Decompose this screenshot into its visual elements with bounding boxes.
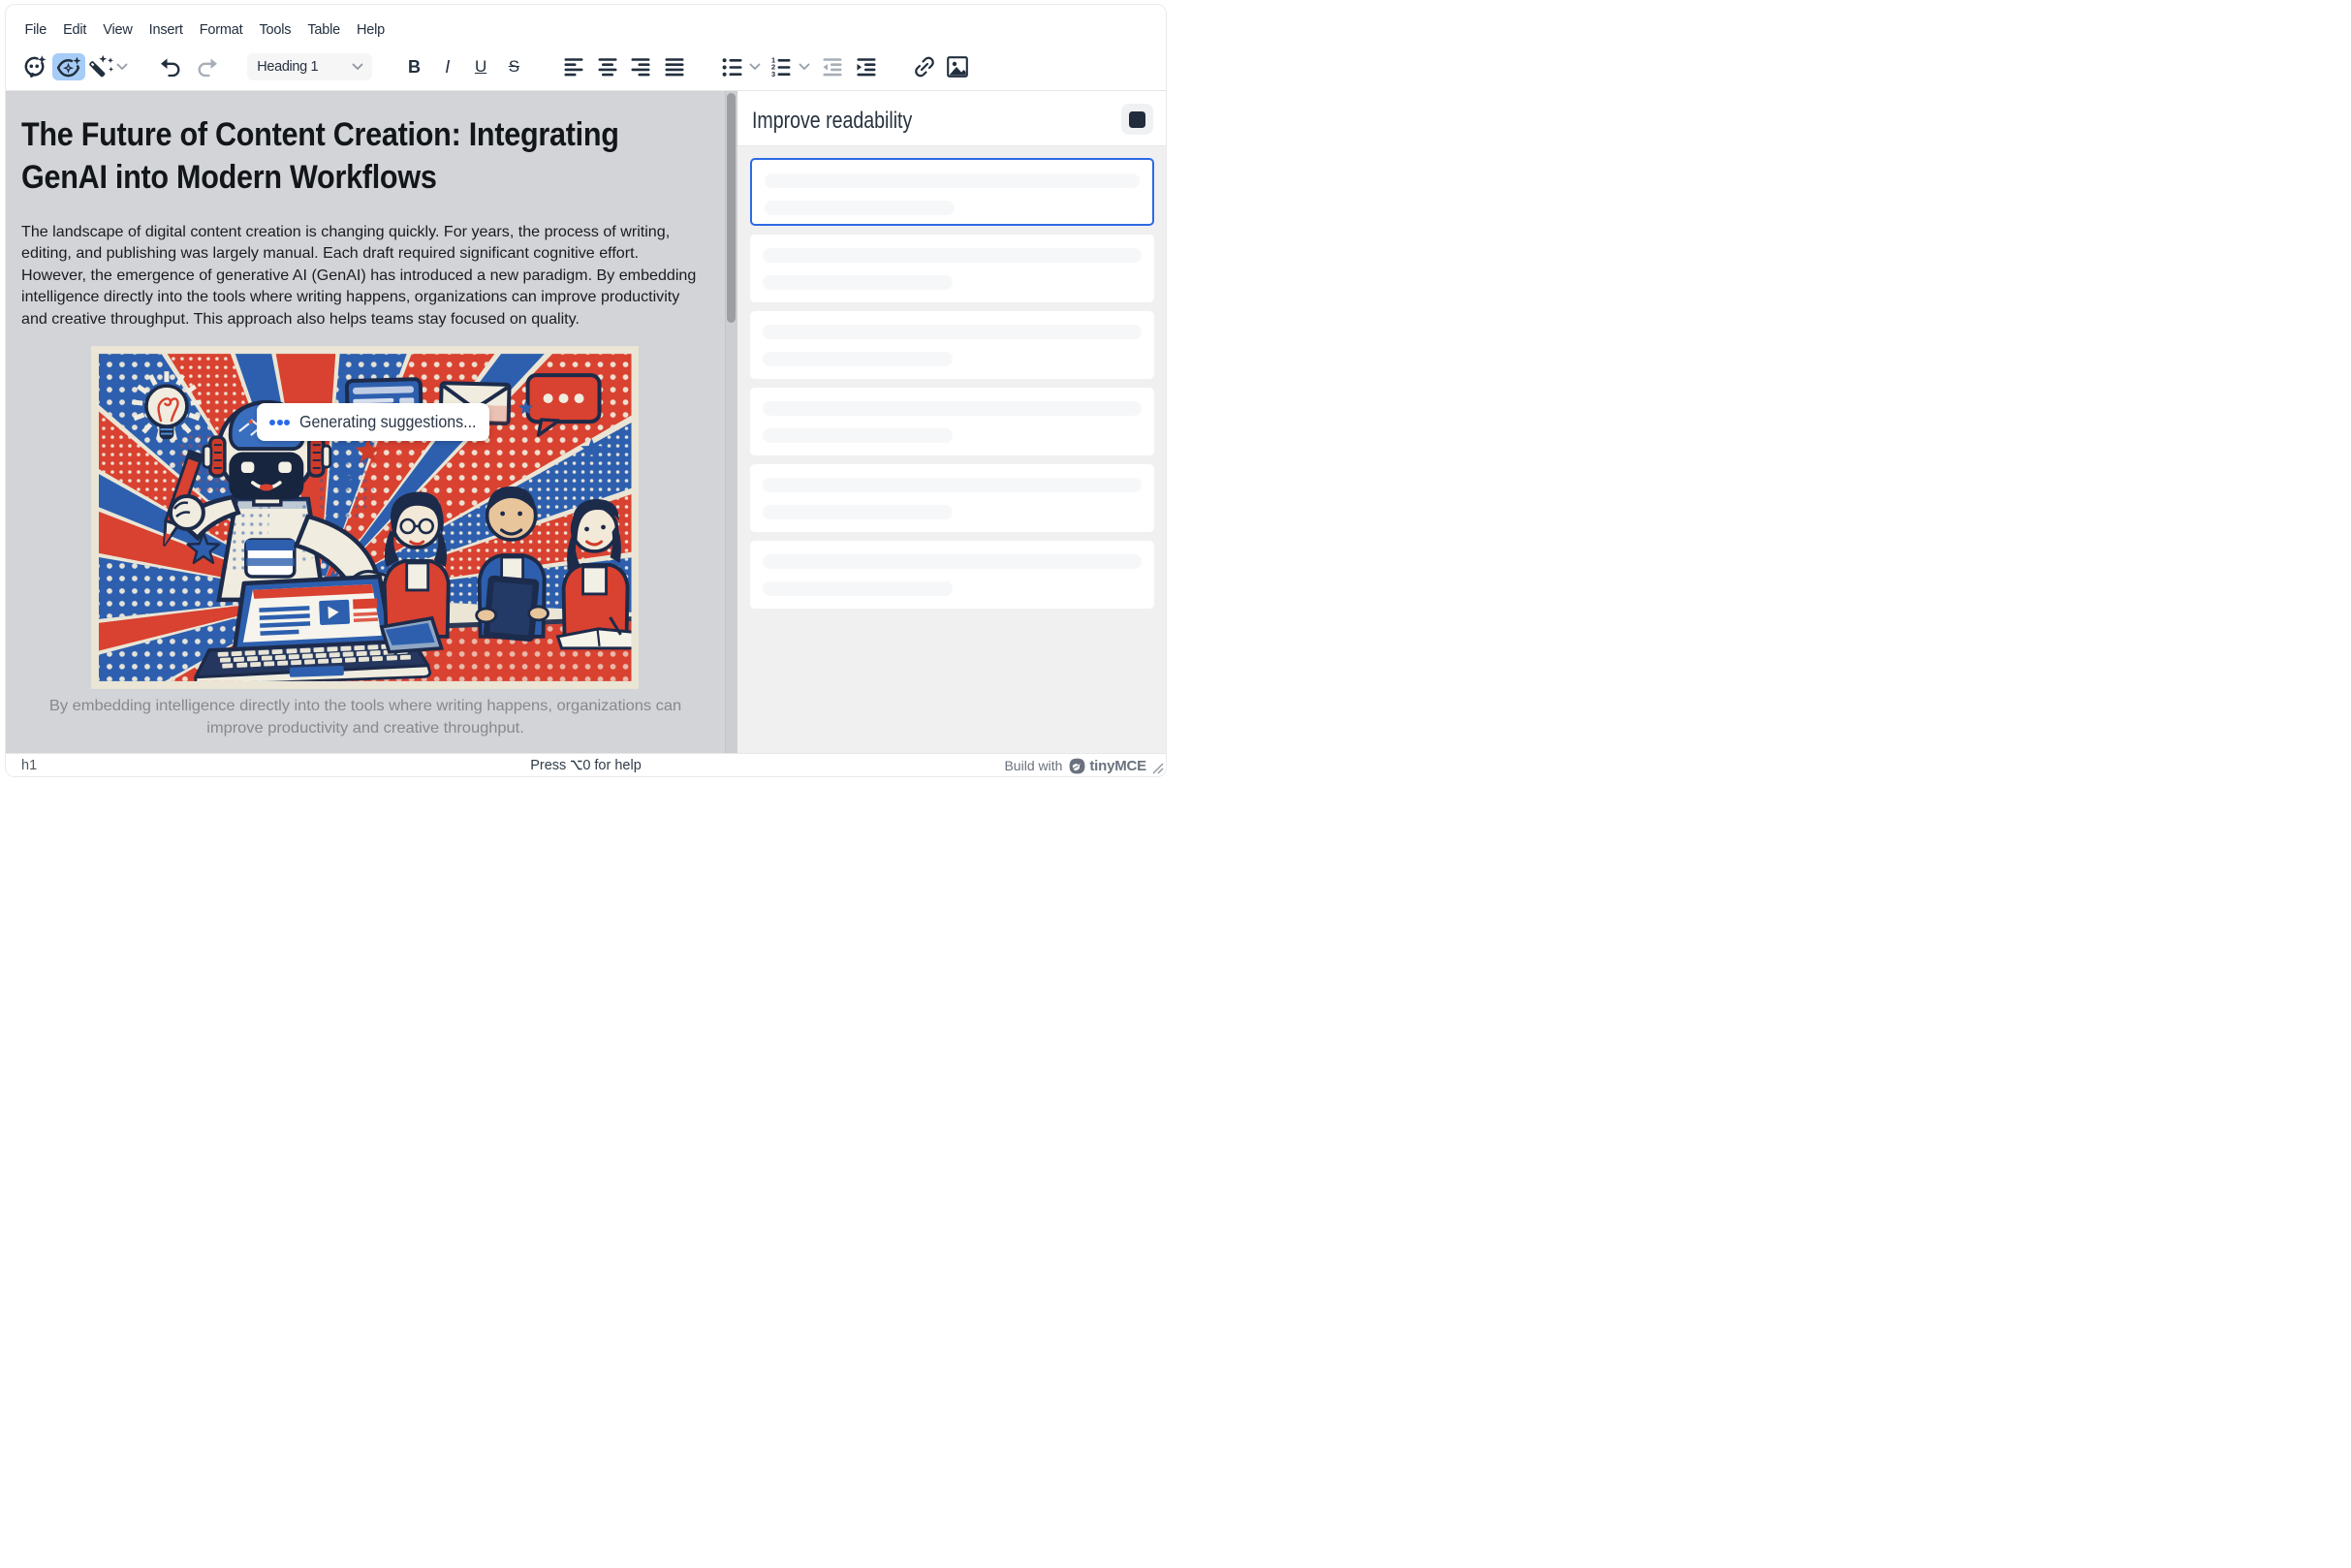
svg-text:3: 3: [771, 70, 775, 78]
